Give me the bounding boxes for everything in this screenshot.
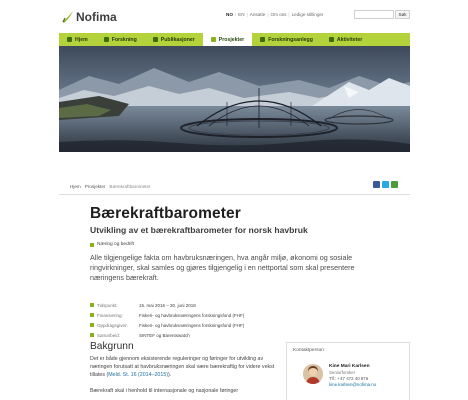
- fact-row: Tidspunkt: 15. mai 2016 – 30. juni 2018: [90, 300, 372, 310]
- divider: [59, 194, 410, 195]
- calendar-icon: [328, 37, 334, 42]
- utility-links: NO / EN | Ansatte | Om oss | Ledige stil…: [226, 12, 324, 17]
- breadcrumb-current: Bærekraftbarometer: [109, 184, 151, 189]
- hero-image: [59, 46, 410, 152]
- page: Nofima NO / EN | Ansatte | Om oss | Ledi…: [0, 0, 468, 400]
- nav-item-hjem[interactable]: Hjem: [59, 33, 96, 46]
- top-bar: Nofima NO / EN | Ansatte | Om oss | Ledi…: [0, 0, 468, 34]
- lang-en-link[interactable]: EN: [238, 12, 244, 17]
- search-button[interactable]: Søk: [395, 10, 410, 19]
- fact-row: Finansiering: Fiskeri- og havbruksnæring…: [90, 310, 372, 320]
- fact-row: Oppdragsgiver: Fiskeri- og havbruksnærin…: [90, 320, 372, 330]
- contact-card: Kontaktperson Kine Mari Karlsen Seniorfo…: [286, 342, 410, 400]
- facebook-icon[interactable]: [373, 181, 380, 188]
- logo[interactable]: Nofima: [62, 8, 117, 26]
- project-facts: Tidspunkt: 15. mai 2016 – 30. juni 2018 …: [90, 300, 372, 340]
- nofima-logo-icon: [62, 10, 74, 24]
- nav-item-forskningsanlegg[interactable]: Forskningsanlegg: [252, 33, 321, 46]
- logo-text: Nofima: [76, 10, 117, 24]
- money-icon: [90, 313, 94, 317]
- breadcrumb: Hjem Prosjekter Bærekraftbarometer: [70, 184, 151, 189]
- leaf-icon: [103, 37, 109, 42]
- contact-title: Kontaktperson: [293, 348, 324, 353]
- avatar: [303, 364, 323, 384]
- meld-st-link[interactable]: Meld. St. 16 (2014–2015): [108, 372, 168, 378]
- top-link-om-oss[interactable]: Om oss: [271, 12, 287, 17]
- clock-icon: [90, 303, 94, 307]
- section-heading-bakgrunn: Bakgrunn: [90, 341, 134, 352]
- share-buttons: [373, 181, 398, 188]
- page-subtitle: Utvikling av et bærekraftbarometer for n…: [90, 225, 308, 235]
- twitter-icon[interactable]: [382, 181, 389, 188]
- top-link-ansatte[interactable]: Ansatte: [250, 12, 266, 17]
- handshake-icon: [90, 333, 94, 337]
- nav-item-publikasjoner[interactable]: Publikasjoner: [145, 33, 203, 46]
- top-link-ledige-stillinger[interactable]: Ledige stillinger: [292, 12, 324, 17]
- contact-email[interactable]: kine.karlsen@nofima.no: [329, 382, 376, 387]
- breadcrumb-hjem[interactable]: Hjem: [70, 184, 81, 189]
- contact-name: Kine Mari Karlsen: [329, 364, 370, 369]
- nav-item-forskning[interactable]: Forskning: [96, 33, 145, 46]
- lang-no-link[interactable]: NO: [226, 12, 233, 17]
- page-title: Bærekraftbarometer: [90, 205, 241, 222]
- nav-item-prosjekter[interactable]: Prosjekter: [202, 33, 253, 46]
- contact-phone[interactable]: Tlf.: +47 472 40 876: [329, 376, 368, 381]
- contact-role: Seniorforsker: [329, 370, 356, 375]
- folder-icon: [210, 37, 216, 42]
- print-icon[interactable]: [391, 181, 398, 188]
- nav-item-aktiviteter[interactable]: Aktiviteter: [321, 33, 370, 46]
- background-paragraph: Det er både gjennom eksisterende reguler…: [90, 356, 275, 378]
- category-tag[interactable]: Næring og bedrift: [90, 242, 134, 247]
- breadcrumb-prosjekter[interactable]: Prosjekter: [85, 184, 106, 189]
- tag-icon: [90, 242, 94, 247]
- background-paragraph-2: Bærekraft skal i henhold til internasjon…: [90, 388, 239, 394]
- person-icon: [90, 323, 94, 327]
- building-icon: [260, 37, 266, 42]
- document-icon: [152, 37, 158, 42]
- lead-paragraph: Alle tilgjengelige fakta om havbruksnæri…: [90, 253, 355, 283]
- fact-row: Samarbeid: SINTEF og Barentswatch: [90, 330, 372, 340]
- home-icon: [67, 37, 72, 42]
- main-nav: Hjem Forskning Publikasjoner Prosjekter …: [59, 33, 410, 46]
- search-input[interactable]: [354, 10, 394, 19]
